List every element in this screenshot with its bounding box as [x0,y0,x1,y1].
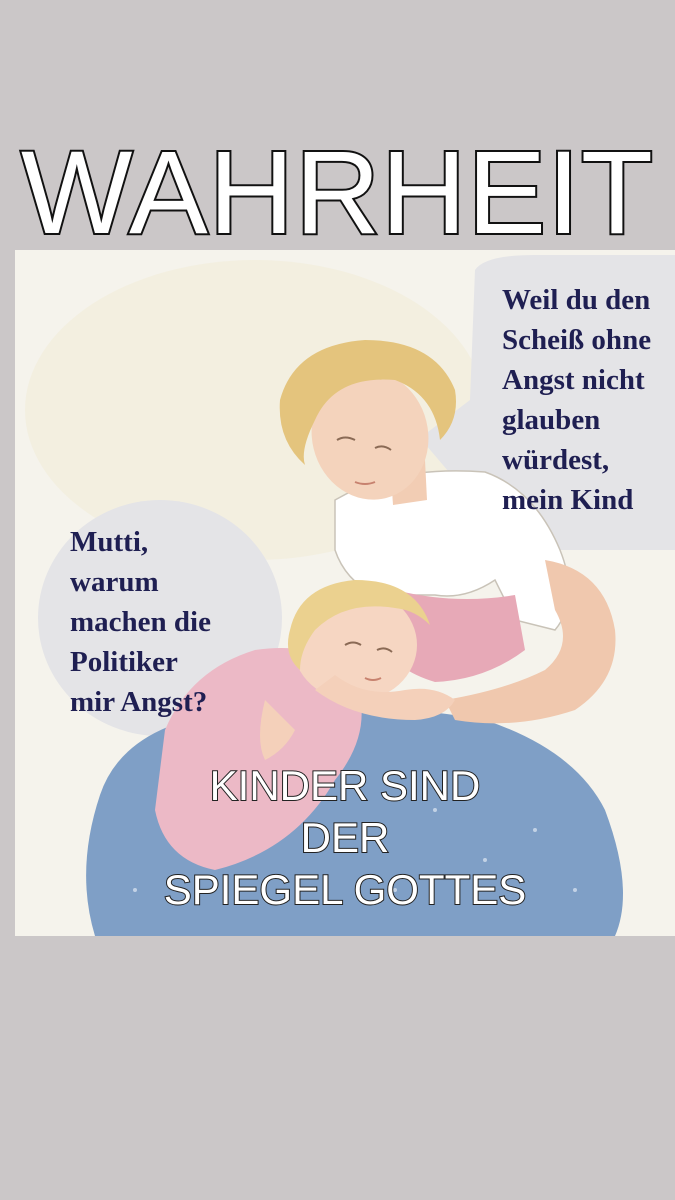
caption: KINDER SIND DER SPIEGEL GOTTES [15,760,675,916]
child-speech-line: Mutti, [70,526,149,558]
mother-speech-line: Weil du den [502,284,651,316]
mother-speech-line: würdest, [502,444,610,476]
caption-line: DER [300,813,391,862]
mother-speech-text: Weil du den Scheiß ohne Angst nicht glau… [502,280,651,520]
caption-line: SPIEGEL GOTTES [163,865,528,914]
child-speech-line: mir Angst? [70,686,208,718]
child-speech-line: machen die [70,606,211,638]
mother-speech-line: Scheiß ohne [502,324,652,356]
mother-speech-line: glauben [502,404,601,436]
caption-line: KINDER SIND [209,761,482,810]
headline: WAHRHEIT [19,126,655,260]
mother-speech-line: mein Kind [502,484,634,516]
child-speech-line: Politiker [70,646,178,678]
mother-speech-line: Angst nicht [502,364,645,396]
child-speech-line: warum [70,566,159,598]
child-speech-text: Mutti, warum machen die Politiker mir An… [70,522,211,722]
